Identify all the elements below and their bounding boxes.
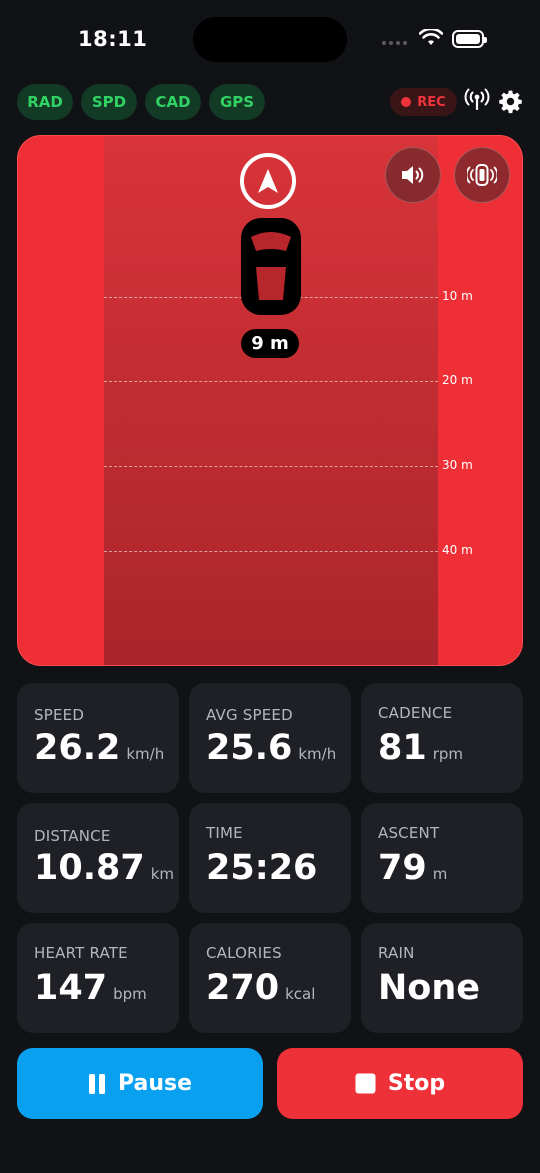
- cellular-signal-icon: [382, 41, 407, 45]
- recording-label: REC: [417, 94, 446, 110]
- metric-tile-cadence: CADENCE 81 rpm: [361, 683, 523, 793]
- sound-button[interactable]: [385, 147, 441, 203]
- distance-label: 30 m: [442, 458, 473, 472]
- sensor-chip-gps[interactable]: GPS: [209, 84, 265, 120]
- distance-line: [104, 381, 438, 382]
- metric-tile-distance: DISTANCE 10.87 km: [17, 803, 179, 913]
- metric-tile-speed: SPEED 26.2 km/h: [17, 683, 179, 793]
- distance-label: 40 m: [442, 543, 473, 557]
- metric-value: 147 bpm: [34, 968, 147, 1008]
- metric-value: 25:26: [206, 848, 318, 888]
- metric-value: 25.6 km/h: [206, 728, 337, 768]
- metric-label: SPEED: [34, 706, 85, 724]
- metric-value: None: [378, 968, 480, 1008]
- metric-unit: bpm: [113, 985, 147, 1003]
- status-time: 18:11: [78, 27, 148, 51]
- pause-icon: [88, 1073, 105, 1094]
- metric-value: 10.87 km: [34, 848, 175, 888]
- battery-icon: [452, 30, 487, 48]
- vehicle-distance-badge: 9 m: [241, 329, 299, 358]
- distance-line: [104, 551, 438, 552]
- metric-value: 26.2 km/h: [34, 728, 165, 768]
- sensor-chip-spd[interactable]: SPD: [81, 84, 137, 120]
- metric-tile-avg-speed: AVG SPEED 25.6 km/h: [189, 683, 351, 793]
- metric-tile-ascent: ASCENT 79 m: [361, 803, 523, 913]
- metric-unit: rpm: [432, 745, 464, 763]
- wifi-icon: [419, 29, 443, 45]
- metric-unit: km: [150, 865, 175, 883]
- metric-label: CALORIES: [206, 944, 282, 962]
- distance-label: 20 m: [442, 373, 473, 387]
- metric-unit: m: [432, 865, 448, 883]
- watch-vibrate-icon: [467, 164, 497, 186]
- metric-unit: km/h: [298, 745, 337, 763]
- metric-tile-rain: RAIN None: [361, 923, 523, 1033]
- gear-icon[interactable]: [498, 89, 523, 114]
- metric-unit: km/h: [126, 745, 165, 763]
- stop-icon: [355, 1073, 376, 1094]
- metric-value: 81 rpm: [378, 728, 464, 768]
- distance-label: 10 m: [442, 289, 473, 303]
- recording-badge: REC: [390, 88, 457, 116]
- sensor-chip-cad[interactable]: CAD: [145, 84, 201, 120]
- metric-value: 79 m: [378, 848, 448, 888]
- watch-vibration-button[interactable]: [454, 147, 510, 203]
- metric-label: AVG SPEED: [206, 706, 293, 724]
- metric-label: TIME: [206, 824, 243, 842]
- pause-button[interactable]: Pause: [17, 1048, 263, 1119]
- metric-tile-time: TIME 25:26: [189, 803, 351, 913]
- navigation-arrow-icon: [240, 153, 296, 209]
- sensor-chip-rad[interactable]: RAD: [17, 84, 73, 120]
- metric-tile-heart-rate: HEART RATE 147 bpm: [17, 923, 179, 1033]
- metric-label: CADENCE: [378, 704, 453, 722]
- record-dot-icon: [401, 97, 412, 107]
- dynamic-island: [193, 17, 347, 62]
- car-icon: [241, 218, 301, 315]
- metric-label: RAIN: [378, 944, 415, 962]
- metric-label: ASCENT: [378, 824, 440, 842]
- stop-button[interactable]: Stop: [277, 1048, 523, 1119]
- metric-tile-calories: CALORIES 270 kcal: [189, 923, 351, 1033]
- pause-label: Pause: [117, 1071, 193, 1096]
- speaker-icon: [402, 166, 424, 184]
- metric-value: 270 kcal: [206, 968, 316, 1008]
- metric-label: DISTANCE: [34, 827, 111, 845]
- stop-label: Stop: [387, 1071, 446, 1096]
- radar-panel: 10 m 20 m 30 m 40 m 9 m: [17, 135, 523, 666]
- distance-line: [104, 466, 438, 467]
- metric-unit: kcal: [285, 985, 316, 1003]
- signal-icon[interactable]: [464, 88, 490, 110]
- metric-label: HEART RATE: [34, 944, 128, 962]
